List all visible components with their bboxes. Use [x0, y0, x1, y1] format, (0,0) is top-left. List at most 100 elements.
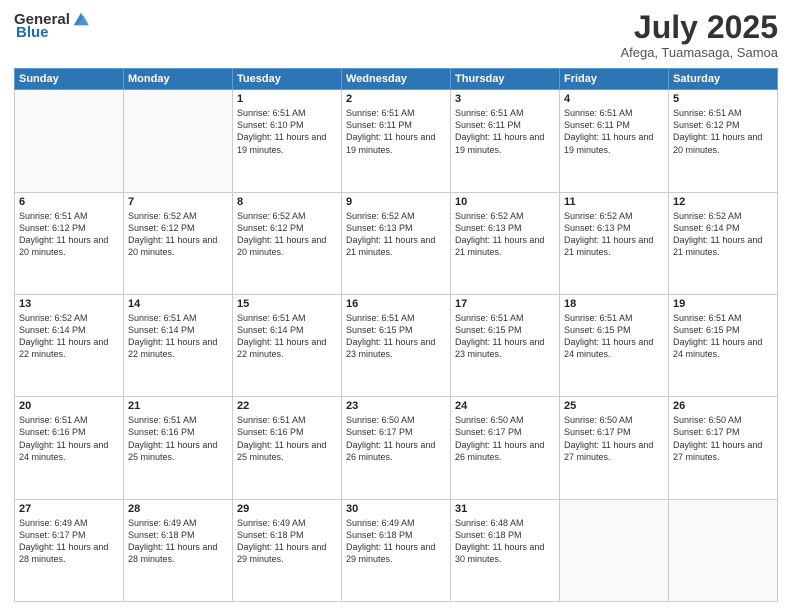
cell-info: Sunrise: 6:50 AMSunset: 6:17 PMDaylight:…	[673, 414, 773, 463]
weekday-header-sunday: Sunday	[15, 69, 124, 90]
cell-info: Sunrise: 6:51 AMSunset: 6:16 PMDaylight:…	[237, 414, 337, 463]
day-number: 8	[237, 196, 337, 208]
day-number: 12	[673, 196, 773, 208]
day-number: 17	[455, 298, 555, 310]
month-title: July 2025	[620, 10, 778, 45]
page: General Blue July 2025 Afega, Tuamasaga,…	[0, 0, 792, 612]
cell-info: Sunrise: 6:49 AMSunset: 6:18 PMDaylight:…	[128, 517, 228, 566]
cell-info: Sunrise: 6:50 AMSunset: 6:17 PMDaylight:…	[564, 414, 664, 463]
day-number: 18	[564, 298, 664, 310]
cell-info: Sunrise: 6:52 AMSunset: 6:13 PMDaylight:…	[346, 210, 446, 259]
logo-blue: Blue	[16, 24, 49, 41]
weekday-header-monday: Monday	[124, 69, 233, 90]
calendar-cell: 23Sunrise: 6:50 AMSunset: 6:17 PMDayligh…	[342, 397, 451, 499]
day-number: 24	[455, 400, 555, 412]
weekday-header-saturday: Saturday	[669, 69, 778, 90]
calendar-cell: 5 Sunrise: 6:51 AMSunset: 6:12 PMDaylight…	[669, 90, 778, 192]
cell-info: Sunrise: 6:49 AMSunset: 6:18 PMDaylight:…	[346, 517, 446, 566]
calendar-cell: 31 Sunrise: 6:48 AMSunset: 6:18 PMDayligh…	[451, 499, 560, 601]
header: General Blue July 2025 Afega, Tuamasaga,…	[14, 10, 778, 60]
cell-info: Sunrise: 6:51 AMSunset: 6:15 PMDaylight:…	[455, 312, 555, 361]
day-number: 10	[455, 196, 555, 208]
calendar-week-5: 27 Sunrise: 6:49 AMSunset: 6:17 PMDayligh…	[15, 499, 778, 601]
calendar-cell: 27 Sunrise: 6:49 AMSunset: 6:17 PMDayligh…	[15, 499, 124, 601]
calendar-cell: 18Sunrise: 6:51 AMSunset: 6:15 PMDayligh…	[560, 294, 669, 396]
calendar-cell: 29 Sunrise: 6:49 AMSunset: 6:18 PMDayligh…	[233, 499, 342, 601]
cell-info: Sunrise: 6:51 AMSunset: 6:12 PMDaylight:…	[19, 210, 119, 259]
calendar-week-1: 1Sunrise: 6:51 AMSunset: 6:10 PMDaylight…	[15, 90, 778, 192]
calendar-cell: 11 Sunrise: 6:52 AMSunset: 6:13 PMDayligh…	[560, 192, 669, 294]
day-number: 19	[673, 298, 773, 310]
cell-info: Sunrise: 6:51 AMSunset: 6:16 PMDaylight:…	[19, 414, 119, 463]
calendar-week-2: 6 Sunrise: 6:51 AMSunset: 6:12 PMDaylight…	[15, 192, 778, 294]
calendar-cell: 17 Sunrise: 6:51 AMSunset: 6:15 PMDayligh…	[451, 294, 560, 396]
day-number: 7	[128, 196, 228, 208]
calendar-cell: 19 Sunrise: 6:51 AMSunset: 6:15 PMDayligh…	[669, 294, 778, 396]
day-number: 27	[19, 503, 119, 515]
cell-info: Sunrise: 6:51 AMSunset: 6:15 PMDaylight:…	[346, 312, 446, 361]
cell-info: Sunrise: 6:50 AMSunset: 6:17 PMDaylight:…	[346, 414, 446, 463]
cell-info: Sunrise: 6:51 AMSunset: 6:14 PMDaylight:…	[237, 312, 337, 361]
calendar-cell: 16Sunrise: 6:51 AMSunset: 6:15 PMDayligh…	[342, 294, 451, 396]
day-number: 14	[128, 298, 228, 310]
day-number: 3	[455, 93, 555, 105]
calendar-cell: 22Sunrise: 6:51 AMSunset: 6:16 PMDayligh…	[233, 397, 342, 499]
cell-info: Sunrise: 6:48 AMSunset: 6:18 PMDaylight:…	[455, 517, 555, 566]
cell-info: Sunrise: 6:51 AMSunset: 6:11 PMDaylight:…	[455, 107, 555, 156]
cell-info: Sunrise: 6:52 AMSunset: 6:14 PMDaylight:…	[673, 210, 773, 259]
day-number: 1	[237, 93, 337, 105]
calendar-cell	[15, 90, 124, 192]
calendar-cell: 20 Sunrise: 6:51 AMSunset: 6:16 PMDayligh…	[15, 397, 124, 499]
day-number: 20	[19, 400, 119, 412]
calendar-cell: 15 Sunrise: 6:51 AMSunset: 6:14 PMDayligh…	[233, 294, 342, 396]
cell-info: Sunrise: 6:50 AMSunset: 6:17 PMDaylight:…	[455, 414, 555, 463]
day-number: 11	[564, 196, 664, 208]
calendar-week-4: 20 Sunrise: 6:51 AMSunset: 6:16 PMDayligh…	[15, 397, 778, 499]
day-number: 4	[564, 93, 664, 105]
calendar-cell: 1Sunrise: 6:51 AMSunset: 6:10 PMDaylight…	[233, 90, 342, 192]
calendar-cell: 30 Sunrise: 6:49 AMSunset: 6:18 PMDayligh…	[342, 499, 451, 601]
day-number: 5	[673, 93, 773, 105]
calendar-cell: 14 Sunrise: 6:51 AMSunset: 6:14 PMDayligh…	[124, 294, 233, 396]
day-number: 28	[128, 503, 228, 515]
title-area: July 2025 Afega, Tuamasaga, Samoa	[620, 10, 778, 60]
calendar-cell: 12 Sunrise: 6:52 AMSunset: 6:14 PMDayligh…	[669, 192, 778, 294]
cell-info: Sunrise: 6:52 AMSunset: 6:12 PMDaylight:…	[237, 210, 337, 259]
weekday-header-thursday: Thursday	[451, 69, 560, 90]
day-number: 31	[455, 503, 555, 515]
calendar-cell: 7 Sunrise: 6:52 AMSunset: 6:12 PMDaylight…	[124, 192, 233, 294]
cell-info: Sunrise: 6:51 AMSunset: 6:16 PMDaylight:…	[128, 414, 228, 463]
cell-info: Sunrise: 6:49 AMSunset: 6:17 PMDaylight:…	[19, 517, 119, 566]
calendar-cell: 24 Sunrise: 6:50 AMSunset: 6:17 PMDayligh…	[451, 397, 560, 499]
calendar-cell: 8 Sunrise: 6:52 AMSunset: 6:12 PMDaylight…	[233, 192, 342, 294]
day-number: 6	[19, 196, 119, 208]
cell-info: Sunrise: 6:52 AMSunset: 6:14 PMDaylight:…	[19, 312, 119, 361]
calendar-cell: 9Sunrise: 6:52 AMSunset: 6:13 PMDaylight…	[342, 192, 451, 294]
calendar-cell: 6 Sunrise: 6:51 AMSunset: 6:12 PMDaylight…	[15, 192, 124, 294]
calendar-cell: 25Sunrise: 6:50 AMSunset: 6:17 PMDayligh…	[560, 397, 669, 499]
calendar-cell: 13 Sunrise: 6:52 AMSunset: 6:14 PMDayligh…	[15, 294, 124, 396]
calendar-cell: 26Sunrise: 6:50 AMSunset: 6:17 PMDayligh…	[669, 397, 778, 499]
cell-info: Sunrise: 6:51 AMSunset: 6:12 PMDaylight:…	[673, 107, 773, 156]
calendar-cell	[669, 499, 778, 601]
cell-info: Sunrise: 6:51 AMSunset: 6:14 PMDaylight:…	[128, 312, 228, 361]
weekday-header-friday: Friday	[560, 69, 669, 90]
day-number: 30	[346, 503, 446, 515]
calendar-table: SundayMondayTuesdayWednesdayThursdayFrid…	[14, 68, 778, 602]
day-number: 2	[346, 93, 446, 105]
cell-info: Sunrise: 6:49 AMSunset: 6:18 PMDaylight:…	[237, 517, 337, 566]
cell-info: Sunrise: 6:52 AMSunset: 6:13 PMDaylight:…	[564, 210, 664, 259]
cell-info: Sunrise: 6:52 AMSunset: 6:13 PMDaylight:…	[455, 210, 555, 259]
calendar-cell: 10 Sunrise: 6:52 AMSunset: 6:13 PMDayligh…	[451, 192, 560, 294]
day-number: 21	[128, 400, 228, 412]
calendar-cell: 21 Sunrise: 6:51 AMSunset: 6:16 PMDayligh…	[124, 397, 233, 499]
calendar-cell: 3 Sunrise: 6:51 AMSunset: 6:11 PMDaylight…	[451, 90, 560, 192]
day-number: 13	[19, 298, 119, 310]
calendar-cell: 2Sunrise: 6:51 AMSunset: 6:11 PMDaylight…	[342, 90, 451, 192]
logo-icon	[72, 10, 90, 28]
cell-info: Sunrise: 6:51 AMSunset: 6:11 PMDaylight:…	[564, 107, 664, 156]
day-number: 29	[237, 503, 337, 515]
cell-info: Sunrise: 6:51 AMSunset: 6:15 PMDaylight:…	[673, 312, 773, 361]
day-number: 15	[237, 298, 337, 310]
cell-info: Sunrise: 6:52 AMSunset: 6:12 PMDaylight:…	[128, 210, 228, 259]
